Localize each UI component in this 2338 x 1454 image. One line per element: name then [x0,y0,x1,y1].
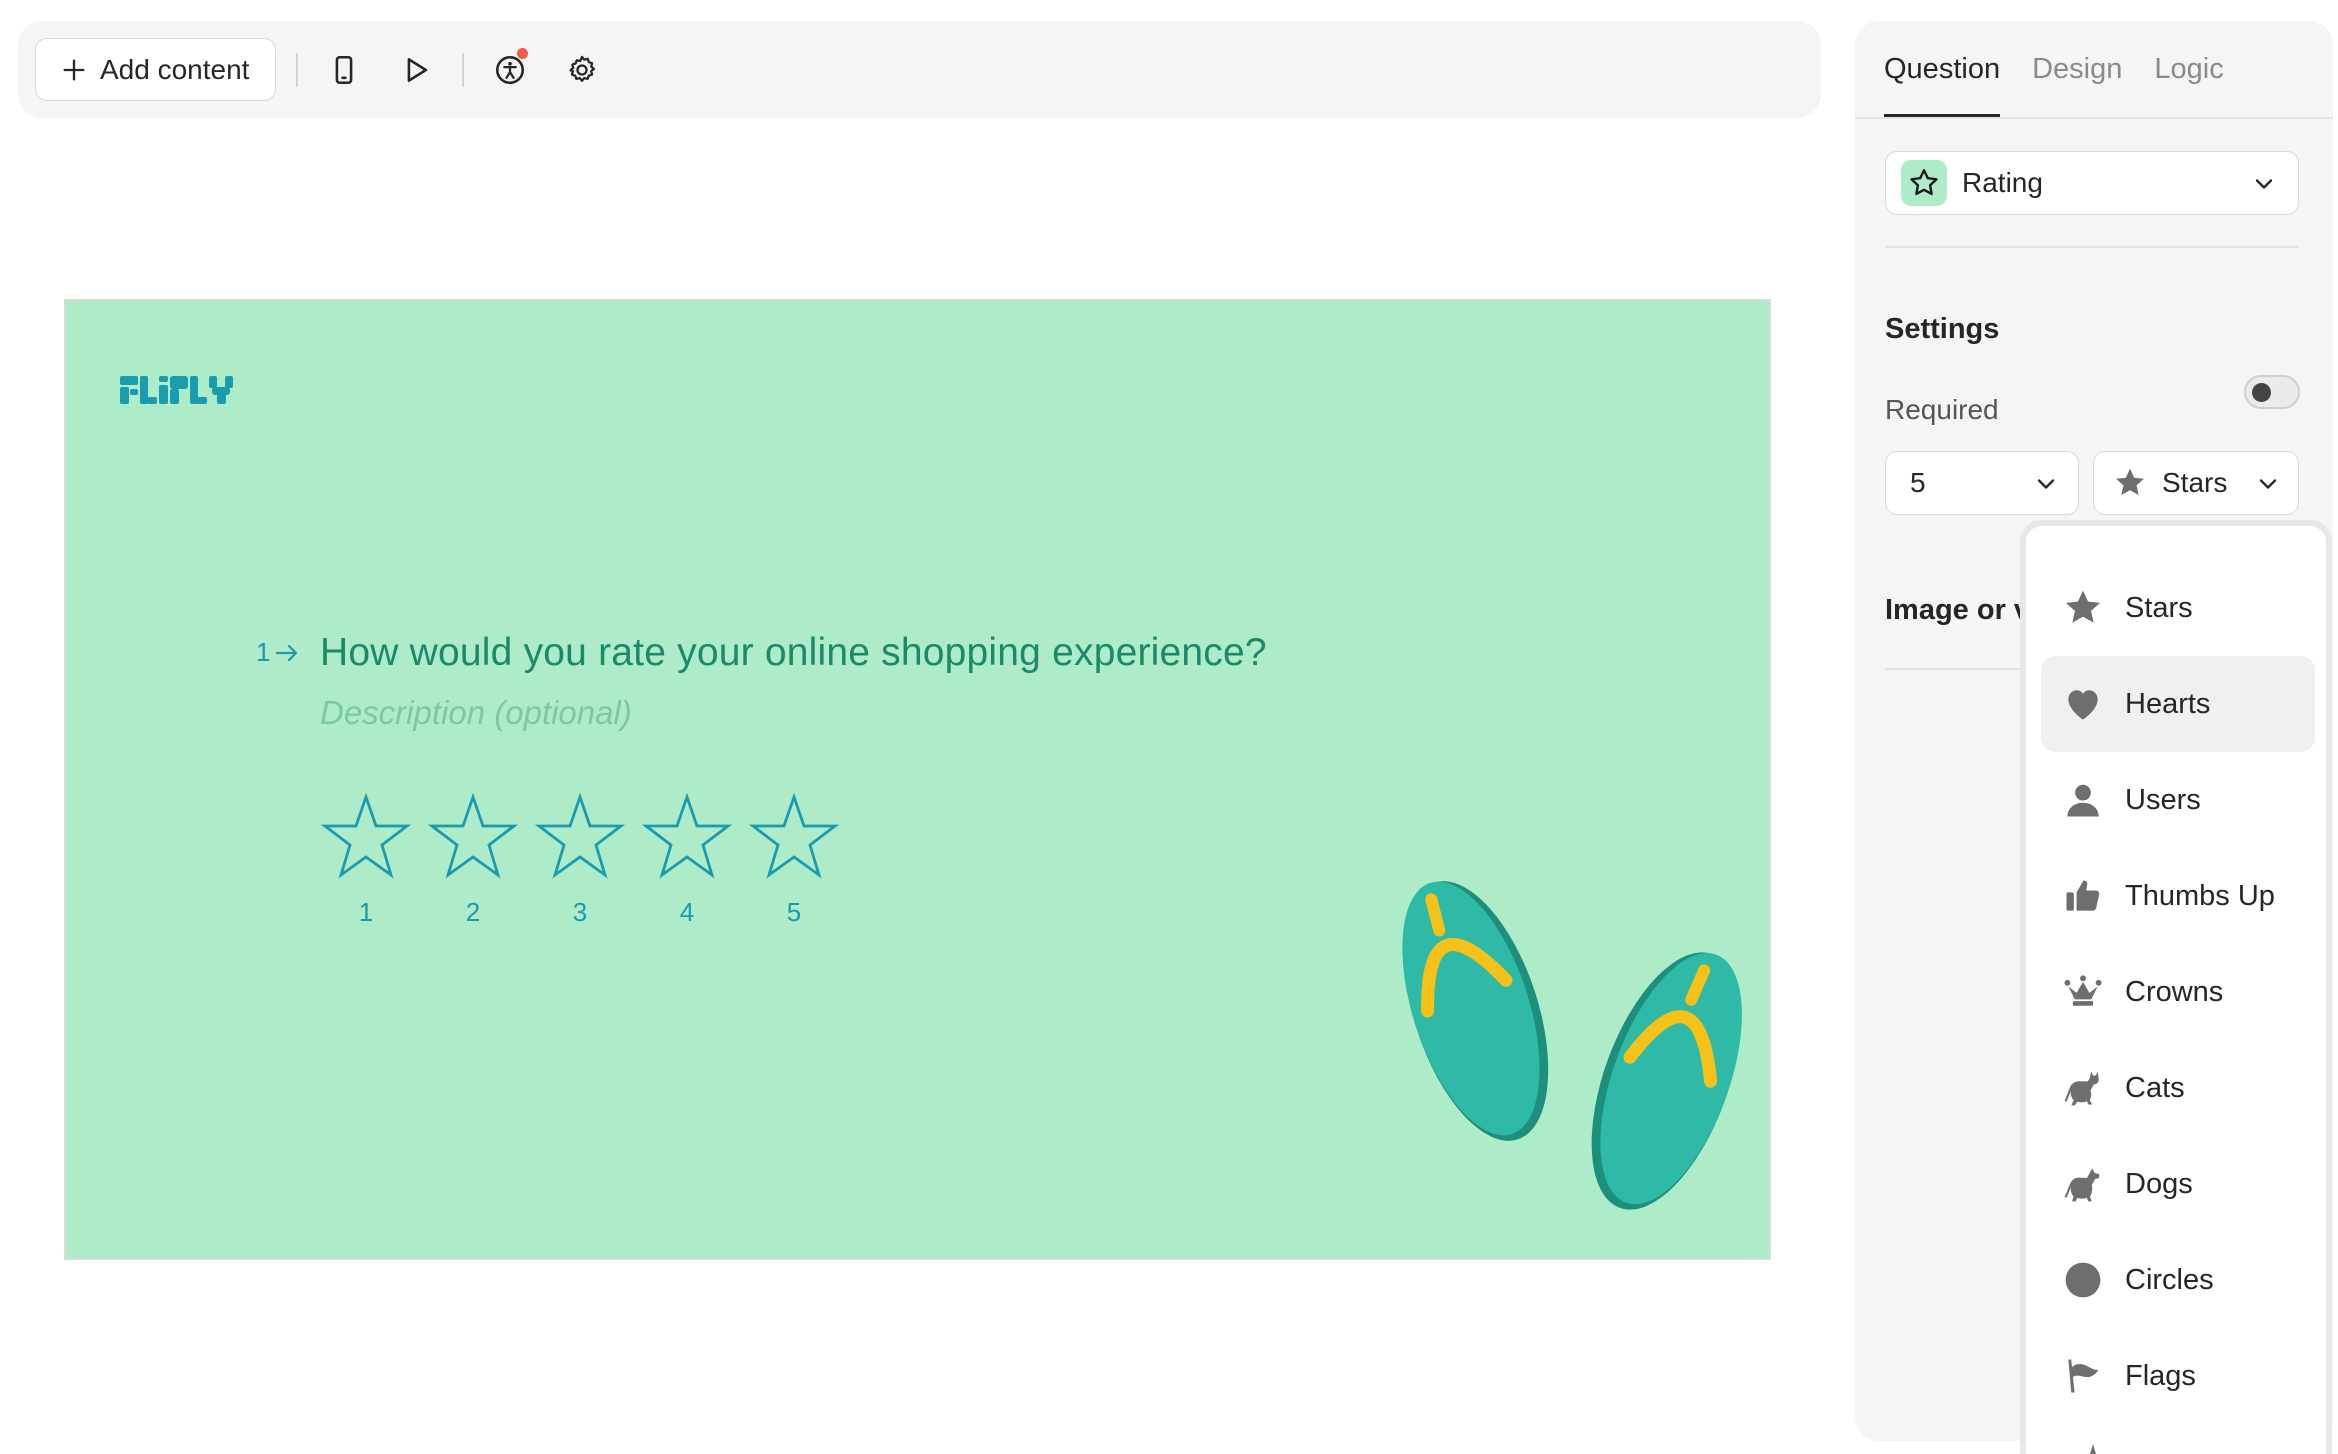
play-icon [408,57,428,82]
shape-option-label: Cats [2125,1071,2185,1104]
flip-flops-illustration [1402,881,1742,1210]
shape-option-label: Stars [2125,591,2193,624]
tab-question[interactable]: Question [1884,21,2001,118]
question-type-label: Rating [1962,167,2043,198]
question-text[interactable]: How would you rate your online shopping … [320,631,1267,675]
brand-logo [120,373,240,407]
shape-option-label: Dogs [2125,1167,2193,1200]
tab-logic[interactable]: Logic [2154,21,2223,118]
plus-icon [63,59,85,81]
toolbar-divider [296,52,299,87]
rating-option[interactable]: 2 [427,791,519,928]
cat-icon [2064,1071,2099,1106]
shape-option-label: Flags [2125,1359,2196,1392]
shape-option-label: Circles [2125,1263,2214,1296]
rating-option[interactable]: 3 [534,791,626,928]
shape-option-label: Users [2125,783,2201,816]
rating-option-label: 2 [465,897,481,927]
rating-option[interactable]: 1 [320,791,412,928]
panel-tabs: Question Design Logic [1884,21,2224,118]
chevron-down-icon [2255,179,2273,189]
flag-icon [2068,1359,2099,1393]
star-outline-icon [641,792,733,879]
rating-option-label: 1 [358,897,374,927]
add-content-button[interactable]: Add content [35,38,277,101]
shape-option-label: Crowns [2125,975,2224,1008]
shape-option-thumbs-up[interactable]: Thumbs Up [2041,848,2315,944]
circle-icon [2065,1262,2101,1298]
shape-option-crowns[interactable]: Crowns [2041,944,2315,1040]
question-heading: 1 How would you rate your online shoppin… [256,631,1267,675]
shape-option-dogs[interactable]: Dogs [2041,1136,2315,1232]
mobile-preview-button[interactable] [318,44,370,96]
crown-icon [2064,975,2102,1006]
arrow-right-icon [276,644,298,661]
accessibility-button[interactable] [484,44,536,96]
question-number: 1 [256,637,320,668]
question-type-select[interactable]: Rating [1885,151,2299,215]
shape-option-flags[interactable]: Flags [2041,1328,2315,1424]
star-outline-icon [427,792,519,879]
gear-icon [569,55,596,82]
toolbar-divider [462,52,465,87]
preview-play-button[interactable] [390,44,442,96]
chevron-down-icon [2259,479,2277,489]
shape-option-stars[interactable]: Stars [2041,560,2315,656]
rating-shape-select[interactable]: Stars [2093,451,2299,515]
rating-count-select[interactable]: 5 [1885,451,2079,515]
shape-option-cats[interactable]: Cats [2041,1040,2315,1136]
shape-option-hearts[interactable]: Hearts [2041,656,2315,752]
dog-icon [2064,1168,2100,1202]
star-outline-icon [748,792,840,879]
heart-icon [2068,690,2098,720]
star-outline-icon [534,792,626,879]
next-option-icon [2090,1444,2096,1454]
tab-design[interactable]: Design [2032,21,2122,118]
star-outline-icon [320,792,412,879]
rating-option-label: 4 [679,897,695,927]
section-divider [1885,246,2299,248]
rating-stars: 1 2 3 4 5 [320,791,840,928]
chevron-down-icon [2037,479,2055,489]
question-description[interactable]: Description (optional) [320,694,632,732]
thumbs-up-icon [2066,880,2100,911]
star-outline-icon [1910,169,1938,196]
user-icon [2067,784,2099,817]
required-label: Required [1885,394,1999,425]
shape-option-label: Thumbs Up [2125,879,2275,912]
question-number-label: 1 [256,637,271,667]
star-icon [2116,468,2144,495]
rating-option-label: 3 [572,897,588,927]
toggle-knob [2252,383,2271,402]
rating-shape-value: Stars [2162,467,2228,498]
image-or-video-heading: Image or v [1885,594,2031,626]
rating-shape-dropdown: Stars Hearts Users Thumbs Up Crowns Cats… [2020,520,2332,1454]
rating-option[interactable]: 5 [748,791,840,928]
rating-count-value: 5 [1910,467,1926,498]
shape-option-circles[interactable]: Circles [2041,1232,2315,1328]
add-content-label: Add content [100,53,250,85]
shape-option-users[interactable]: Users [2041,752,2315,848]
question-canvas: 1 How would you rate your online shoppin… [64,299,1771,1260]
tabs-divider [1855,117,2333,119]
rating-option-label: 5 [786,897,802,927]
settings-heading: Settings [1885,313,2000,345]
settings-button[interactable] [556,44,608,96]
rating-type-badge [1901,160,1947,206]
required-toggle[interactable] [2244,375,2300,409]
notification-dot [517,47,529,59]
mobile-preview-icon [336,55,353,84]
editor-toolbar: Add content [18,21,1821,118]
rating-option[interactable]: 4 [641,791,733,928]
shape-option-label: Hearts [2125,687,2211,720]
star-icon [2065,590,2101,623]
